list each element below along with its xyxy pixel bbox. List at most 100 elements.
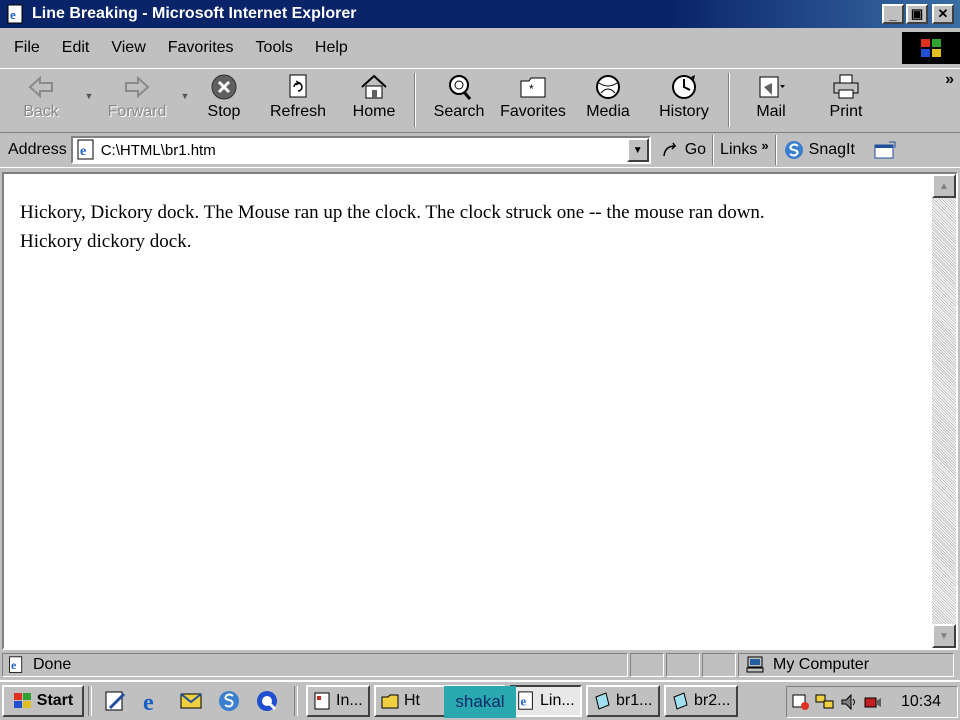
capture-window-icon[interactable] (873, 140, 897, 160)
task-label: Ht (404, 692, 420, 709)
address-label: Address (8, 141, 67, 158)
snagit-icon[interactable] (216, 688, 242, 714)
folder-icon (381, 694, 399, 709)
go-button[interactable]: Go (661, 140, 706, 160)
internet-explorer-icon[interactable]: e (140, 688, 166, 714)
stop-label: Stop (207, 103, 241, 120)
print-label: Print (829, 103, 863, 120)
status-panel (702, 653, 736, 677)
status-text: Done (33, 656, 72, 673)
ie-page-icon: e (518, 691, 533, 710)
vertical-scrollbar[interactable]: ▲ ▼ (932, 174, 956, 648)
refresh-icon (289, 74, 307, 98)
menu-help[interactable]: Help (307, 39, 356, 57)
ie-page-icon: e (77, 139, 94, 160)
menu-bar: File Edit View Favorites Tools Help (0, 30, 960, 66)
windows-logo-icon (902, 32, 960, 64)
back-arrow-icon (28, 75, 53, 99)
start-button[interactable]: Start (2, 685, 84, 717)
toolbar-more-chevron[interactable]: » (945, 71, 954, 89)
system-tray: 10:34 (786, 686, 958, 718)
home-label: Home (352, 103, 396, 120)
address-field[interactable]: e C:\HTML\br1.htm ▼ (70, 136, 651, 164)
home-icon (361, 74, 387, 99)
task-label: br1... (616, 692, 653, 709)
outlook-express-icon[interactable] (178, 688, 204, 714)
links-more-chevron[interactable]: » (761, 138, 768, 153)
video-capture-icon[interactable] (863, 692, 883, 712)
address-bar: Address e C:\HTML\br1.htm ▼ Go Links » S… (0, 132, 960, 168)
document-icon (314, 692, 330, 710)
forward-arrow-icon (125, 75, 150, 99)
standard-toolbar: Back ▼ Forward ▼ Stop Refresh Home Searc… (0, 68, 960, 130)
forward-dropdown-icon[interactable]: ▼ (178, 91, 192, 101)
media-label: Media (586, 103, 630, 120)
menu-view[interactable]: View (103, 39, 153, 57)
start-label: Start (36, 692, 74, 709)
volume-icon[interactable] (839, 692, 859, 712)
snagit-icon (784, 141, 803, 159)
back-label: Back (23, 103, 59, 120)
favorites-label: Favorites (500, 103, 566, 120)
status-panel (666, 653, 700, 677)
page-content[interactable]: Hickory, Dickory dock. The Mouse ran up … (2, 172, 958, 650)
ie-page-icon: e (7, 4, 23, 24)
minimize-button[interactable]: _ (882, 4, 904, 24)
page-text-line-1: Hickory, Dickory dock. The Mouse ran up … (20, 202, 765, 223)
back-dropdown-icon[interactable]: ▼ (82, 91, 96, 101)
title-bar[interactable]: e Line Breaking - Microsoft Internet Exp… (0, 0, 960, 28)
addressbar-separator (712, 135, 715, 165)
taskbar-task[interactable]: br1... (586, 685, 660, 717)
address-dropdown-icon[interactable]: ▼ (626, 138, 649, 162)
window-title: Line Breaking - Microsoft Internet Explo… (32, 5, 357, 22)
search-label: Search (433, 103, 485, 120)
page-text: Hickory, Dickory dock. The Mouse ran up … (20, 198, 930, 256)
menu-tools[interactable]: Tools (248, 39, 301, 57)
taskbar-task[interactable]: br2... (664, 685, 738, 717)
favorites-button[interactable]: * Favorites (496, 69, 570, 129)
quicktime-icon[interactable] (254, 688, 280, 714)
page-text-line-2: Hickory dickory dock. (20, 231, 192, 252)
status-bar: e Done My Computer (0, 652, 960, 678)
links-button[interactable]: Links (720, 141, 757, 159)
forward-label: Forward (107, 103, 167, 120)
taskbar-clock[interactable]: 10:34 (901, 693, 941, 711)
menu-favorites[interactable]: Favorites (160, 39, 242, 57)
favorites-folder-icon: * (520, 77, 546, 98)
menu-edit[interactable]: Edit (54, 39, 98, 57)
scheduler-icon[interactable] (791, 692, 811, 712)
scroll-down-arrow-icon[interactable]: ▼ (932, 624, 956, 648)
search-icon (449, 75, 472, 100)
refresh-button[interactable]: Refresh (256, 69, 340, 129)
svg-text:e: e (10, 7, 16, 22)
back-button[interactable]: Back (0, 69, 82, 129)
toolbar-separator (728, 73, 730, 127)
shakal-overlay-tag: shakal (444, 686, 516, 718)
search-button[interactable]: Search (422, 69, 496, 129)
go-label: Go (684, 141, 707, 158)
menu-file[interactable]: File (6, 39, 48, 57)
media-button[interactable]: Media (570, 69, 646, 129)
edit-document-icon[interactable] (102, 688, 128, 714)
media-globe-icon (596, 75, 620, 99)
maximize-button[interactable]: ▣ (906, 4, 928, 24)
mail-button[interactable]: Mail (736, 69, 806, 129)
close-button[interactable]: ✕ (932, 4, 954, 24)
taskbar-task[interactable]: In... (306, 685, 370, 717)
forward-button[interactable]: Forward (96, 69, 178, 129)
task-label: br2... (694, 692, 731, 709)
history-button[interactable]: History (646, 69, 722, 129)
status-zone-label: My Computer (773, 656, 870, 673)
svg-text:e: e (11, 660, 16, 672)
home-button[interactable]: Home (340, 69, 408, 129)
network-icon[interactable] (815, 692, 835, 712)
go-arrow-icon (662, 142, 677, 157)
mail-icon (759, 76, 785, 98)
stop-button[interactable]: Stop (192, 69, 256, 129)
address-value[interactable]: C:\HTML\br1.htm (101, 142, 627, 159)
scroll-up-arrow-icon[interactable]: ▲ (932, 174, 956, 198)
refresh-label: Refresh (269, 103, 327, 120)
print-button[interactable]: Print (806, 69, 886, 129)
taskbar-task[interactable]: e Lin... (510, 685, 582, 717)
snagit-button[interactable]: SnagIt (783, 139, 855, 161)
